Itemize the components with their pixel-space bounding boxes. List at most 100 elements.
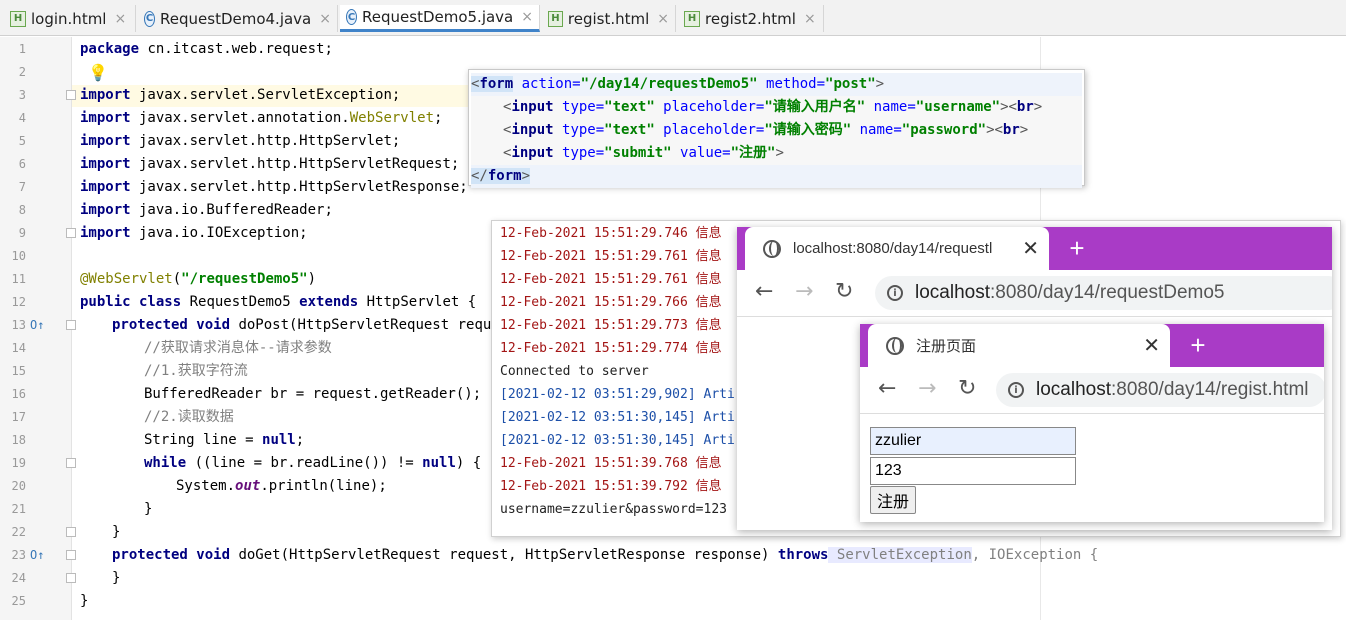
- code-line: protected void doGet(HttpServletRequest …: [112, 547, 1099, 563]
- url-path: :8080/day14/regist.html: [1111, 379, 1309, 400]
- browser-window-regist: 注册页面 ✕ + ← → ↻ i localhost:8080/day14/re…: [860, 324, 1324, 522]
- close-icon[interactable]: ×: [114, 11, 126, 27]
- code-comment: //2.读取数据: [144, 409, 234, 425]
- code-line: }: [80, 593, 89, 609]
- line-number: 11: [11, 272, 26, 286]
- code-line: import javax.servlet.http.HttpServlet;: [80, 133, 401, 149]
- line-number: 9: [18, 226, 26, 240]
- back-arrow-icon[interactable]: ←: [755, 279, 773, 304]
- code-line: String line = null;: [144, 432, 305, 448]
- lightbulb-icon[interactable]: 💡: [88, 61, 108, 84]
- java-class-icon: C: [144, 10, 156, 27]
- close-icon[interactable]: ×: [521, 9, 533, 25]
- tab-login-html[interactable]: H login.html ×: [4, 5, 136, 32]
- override-method-icon[interactable]: O↑: [30, 314, 44, 337]
- popup-line: <input type="text" placeholder="请输入密码" n…: [471, 119, 1082, 142]
- console-line: 12-Feb-2021 15:51:29.746 信息: [500, 226, 722, 241]
- line-number: 14: [11, 341, 26, 355]
- code-line: public class RequestDemo5 extends HttpSe…: [80, 294, 477, 310]
- code-line: import javax.servlet.http.HttpServletRes…: [80, 179, 468, 195]
- line-number: 4: [18, 111, 26, 125]
- forward-arrow-icon[interactable]: →: [918, 376, 936, 401]
- fold-marker[interactable]: [66, 320, 76, 330]
- code-line: }: [112, 570, 121, 586]
- html-file-icon: H: [10, 10, 26, 27]
- tab-requestdemo4[interactable]: C RequestDemo4.java ×: [138, 5, 338, 32]
- globe-icon: [886, 336, 904, 355]
- password-input[interactable]: [870, 457, 1076, 485]
- code-comment: //获取请求消息体--请求参数: [144, 340, 332, 356]
- tab-regist2-html[interactable]: H regist2.html ×: [678, 5, 824, 32]
- address-bar[interactable]: i localhost:8080/day14/requestDemo5: [875, 276, 1332, 310]
- address-bar[interactable]: i localhost:8080/day14/regist.html: [996, 373, 1324, 407]
- new-tab-button[interactable]: +: [1057, 227, 1097, 270]
- line-number: 21: [11, 502, 26, 516]
- popup-line: <form action="/day14/requestDemo5" metho…: [471, 73, 1082, 96]
- close-icon[interactable]: ✕: [1022, 236, 1039, 261]
- console-line: username=zzulier&password=123: [500, 502, 727, 517]
- line-number: 2: [18, 65, 26, 79]
- console-line: [2021-02-12 03:51:30,145] Arti: [500, 433, 735, 448]
- popup-line: <input type="text" placeholder="请输入用户名" …: [471, 96, 1082, 119]
- line-number: 16: [11, 387, 26, 401]
- line-number: 25: [11, 594, 26, 608]
- console-line: 12-Feb-2021 15:51:29.766 信息: [500, 295, 722, 310]
- tab-requestdemo5[interactable]: C RequestDemo5.java ×: [340, 5, 540, 32]
- reload-icon[interactable]: ↻: [958, 376, 976, 401]
- console-line: 12-Feb-2021 15:51:29.761 信息: [500, 272, 722, 287]
- console-line: 12-Feb-2021 15:51:29.761 信息: [500, 249, 722, 264]
- code-line: import java.io.BufferedReader;: [80, 202, 333, 218]
- tab-label: regist.html: [567, 9, 650, 28]
- line-number: 10: [11, 249, 26, 263]
- line-number: 3: [18, 88, 26, 102]
- code-line: import javax.servlet.ServletException;: [80, 87, 401, 103]
- close-icon[interactable]: ×: [804, 11, 816, 27]
- console-line: 12-Feb-2021 15:51:29.774 信息: [500, 341, 722, 356]
- line-number: 24: [11, 571, 26, 585]
- url-host: localhost: [1036, 379, 1111, 400]
- fold-marker[interactable]: [66, 550, 76, 560]
- console-line: Connected to server: [500, 364, 649, 379]
- browser-toolbar: ← → ↻ i localhost:8080/day14/requestDemo…: [737, 270, 1332, 317]
- console-line: 12-Feb-2021 15:51:39.768 信息: [500, 456, 722, 471]
- username-input[interactable]: [870, 427, 1076, 455]
- back-arrow-icon[interactable]: ←: [878, 376, 896, 401]
- code-line: while ((line = br.readLine()) != null) {: [144, 455, 482, 471]
- code-line: import javax.servlet.http.HttpServletReq…: [80, 156, 460, 172]
- line-number: 7: [18, 180, 26, 194]
- close-icon[interactable]: ×: [319, 11, 331, 27]
- close-icon[interactable]: ×: [657, 11, 669, 27]
- line-number: 12: [11, 295, 26, 309]
- code-line: protected void doPost(HttpServletRequest…: [112, 317, 509, 333]
- line-number: 6: [18, 157, 26, 171]
- tab-regist-html[interactable]: H regist.html ×: [542, 5, 676, 32]
- code-line: @WebServlet("/requestDemo5"): [80, 271, 317, 287]
- code-line: import java.io.IOException;: [80, 225, 308, 241]
- tab-label: RequestDemo4.java: [160, 9, 312, 28]
- tab-label: login.html: [31, 9, 107, 28]
- java-class-icon: C: [346, 9, 358, 25]
- close-icon[interactable]: ✕: [1143, 333, 1160, 358]
- info-icon[interactable]: i: [1008, 382, 1024, 398]
- popup-line: <input type="submit" value="注册">: [471, 142, 1082, 165]
- override-method-icon[interactable]: O↑: [30, 544, 44, 567]
- fold-marker[interactable]: [66, 573, 76, 583]
- html-preview-popup: <form action="/day14/requestDemo5" metho…: [468, 69, 1085, 188]
- globe-icon: [763, 239, 781, 258]
- fold-marker[interactable]: [66, 90, 76, 100]
- html-file-icon: H: [548, 10, 563, 27]
- line-number: 20: [11, 479, 26, 493]
- forward-arrow-icon[interactable]: →: [795, 279, 813, 304]
- info-icon[interactable]: i: [887, 285, 903, 301]
- fold-marker[interactable]: [66, 458, 76, 468]
- new-tab-button[interactable]: +: [1178, 324, 1218, 367]
- reload-icon[interactable]: ↻: [835, 279, 853, 304]
- browser-tab[interactable]: localhost:8080/day14/requestl ✕: [745, 227, 1049, 270]
- browser-tab[interactable]: 注册页面 ✕: [868, 324, 1170, 367]
- fold-marker[interactable]: [66, 228, 76, 238]
- console-line: [2021-02-12 03:51:29,902] Arti: [500, 387, 735, 402]
- register-submit-button[interactable]: 注册: [870, 486, 917, 514]
- browser-toolbar: ← → ↻ i localhost:8080/day14/regist.html: [860, 367, 1324, 414]
- tab-label: RequestDemo5.java: [362, 8, 514, 26]
- fold-marker[interactable]: [66, 527, 76, 537]
